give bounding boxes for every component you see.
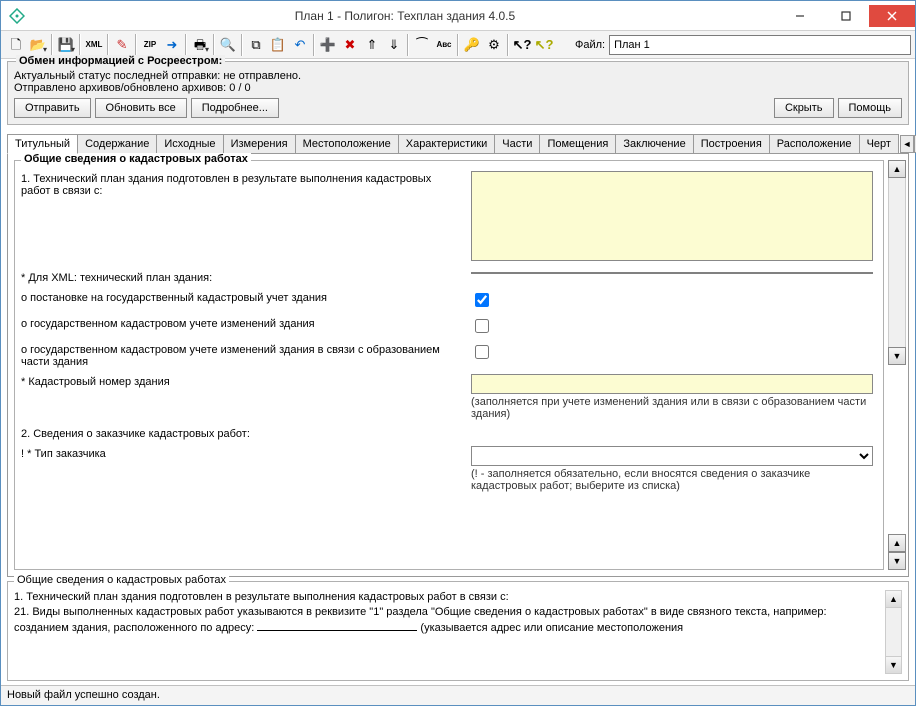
row-up-icon[interactable]: ⇑ [361, 34, 383, 56]
tab-drawing[interactable]: Черт [859, 134, 899, 153]
help-blank [257, 620, 417, 631]
file-input[interactable] [609, 35, 911, 55]
copy-icon[interactable]: ⧉ [245, 34, 267, 56]
chk2-label: о государственном кадастровом учете изме… [21, 316, 461, 330]
minimize-button[interactable] [777, 5, 823, 27]
app-icon [9, 8, 25, 24]
help-scroll[interactable]: ▲ ▼ [885, 590, 902, 674]
print-icon[interactable]: 🖶 [189, 34, 211, 56]
help-line3: созданием здания, расположенного по адре… [14, 620, 879, 636]
sign-icon[interactable]: ✎ [111, 34, 133, 56]
chk1[interactable] [475, 293, 489, 307]
window-title: План 1 - Полигон: Техплан здания 4.0.5 [33, 9, 777, 23]
tab-constructions[interactable]: Построения [693, 134, 770, 153]
tab-location[interactable]: Местоположение [295, 134, 399, 153]
zip-icon[interactable]: ZIP [139, 34, 161, 56]
rosreestr-legend: Обмен информацией с Росреестром: [16, 55, 225, 67]
section-scroll-up2[interactable]: ▲ [888, 534, 906, 552]
row-down-icon[interactable]: ⇓ [383, 34, 405, 56]
tab-characteristics[interactable]: Характеристики [398, 134, 496, 153]
tab-scroll-left[interactable]: ◄ [900, 135, 914, 153]
save-icon[interactable]: 💾 [55, 34, 77, 56]
send-icon[interactable]: ➜ [161, 34, 183, 56]
section-scroll-down[interactable]: ▼ [888, 347, 906, 365]
rosreestr-count-line: Отправлено архивов/обновлено архивов: 0 … [14, 82, 902, 94]
section-scroll-track[interactable] [888, 178, 906, 347]
cust-type-label: ! * Тип заказчика [21, 446, 461, 460]
tab-content[interactable]: Содержание [77, 134, 157, 153]
help-body: 1. Технический план здания подготовлен в… [14, 590, 883, 674]
general-group-title: Общие сведения о кадастровых работах [21, 153, 251, 165]
file-label: Файл: [575, 39, 605, 51]
row-add-icon[interactable]: ➕ [317, 34, 339, 56]
tab-source[interactable]: Исходные [156, 134, 223, 153]
help-panel: Общие сведения о кадастровых работах 1. … [7, 581, 909, 681]
xml-separator [471, 272, 873, 274]
statusbar: Новый файл успешно создан. [1, 685, 915, 705]
status-text: Новый файл успешно создан. [7, 689, 160, 701]
search-icon[interactable]: 🔑 [461, 34, 483, 56]
send-button[interactable]: Отправить [14, 98, 91, 118]
tabstrip: Титульный Содержание Исходные Измерения … [1, 131, 915, 153]
titlebar: План 1 - Полигон: Техплан здания 4.0.5 [1, 1, 915, 31]
wand-icon[interactable]: ⁀ [411, 34, 433, 56]
preview-icon[interactable]: 🔍 [217, 34, 239, 56]
help-line2: 21. Виды выполненных кадастровых работ у… [14, 605, 879, 620]
help-line1: 1. Технический план здания подготовлен в… [14, 590, 879, 605]
tab-conclusion[interactable]: Заключение [615, 134, 693, 153]
tab-parts[interactable]: Части [494, 134, 540, 153]
hide-button[interactable]: Скрыть [774, 98, 834, 118]
cust-type-hint: (! - заполняется обязательно, если внося… [471, 468, 873, 492]
cust-type-select[interactable] [471, 446, 873, 466]
help-cursor-icon[interactable]: ↖? [533, 34, 555, 56]
r1-textarea[interactable] [471, 171, 873, 261]
maximize-button[interactable] [823, 5, 869, 27]
kadnum-label: * Кадастровый номер здания [21, 374, 461, 388]
more-button[interactable]: Подробнее... [191, 98, 279, 118]
paste-icon[interactable]: 📋 [267, 34, 289, 56]
help-legend: Общие сведения о кадастровых работах [14, 574, 229, 586]
close-button[interactable] [869, 5, 915, 27]
section-scroll: ▲ ▼ ▲ ▼ [888, 160, 906, 570]
help-context-icon[interactable]: ↖? [511, 34, 533, 56]
tab-title[interactable]: Титульный [7, 134, 78, 154]
section-scroll-up[interactable]: ▲ [888, 160, 906, 178]
open-icon[interactable]: 📂 [27, 34, 49, 56]
abc-icon[interactable]: Aвс [433, 34, 455, 56]
row-del-icon[interactable]: ✖ [339, 34, 361, 56]
r1-label: 1. Технический план здания подготовлен в… [21, 171, 461, 197]
r2-label: 2. Сведения о заказчике кадастровых рабо… [21, 426, 461, 440]
help-button[interactable]: Помощь [838, 98, 903, 118]
rosreestr-panel: Обмен информацией с Росреестром: Актуаль… [7, 61, 909, 125]
new-icon[interactable]: 🗋 [5, 34, 27, 56]
help-scroll-down[interactable]: ▼ [886, 656, 901, 673]
filter-icon[interactable]: ⚙ [483, 34, 505, 56]
tab-measure[interactable]: Измерения [223, 134, 296, 153]
xml-label: * Для XML: технический план здания: [21, 270, 461, 284]
xml-icon[interactable]: XML [83, 34, 105, 56]
tab-content-area: Общие сведения о кадастровых работах 1. … [7, 153, 909, 577]
chk1-label: о постановке на государственный кадастро… [21, 290, 461, 304]
kadnum-input[interactable] [471, 374, 873, 394]
tab-placement[interactable]: Расположение [769, 134, 860, 153]
chk2[interactable] [475, 319, 489, 333]
kadnum-hint: (заполняется при учете изменений здания … [471, 396, 873, 420]
undo-icon[interactable]: ↶ [289, 34, 311, 56]
section-scroll-down2[interactable]: ▼ [888, 552, 906, 570]
help-scroll-up[interactable]: ▲ [886, 591, 901, 608]
refresh-button[interactable]: Обновить все [95, 98, 187, 118]
chk3-label: о государственном кадастровом учете изме… [21, 342, 461, 368]
tab-rooms[interactable]: Помещения [539, 134, 616, 153]
rosreestr-status-line: Актуальный статус последней отправки: не… [14, 70, 902, 82]
chk3[interactable] [475, 345, 489, 359]
general-group: Общие сведения о кадастровых работах 1. … [14, 160, 884, 570]
